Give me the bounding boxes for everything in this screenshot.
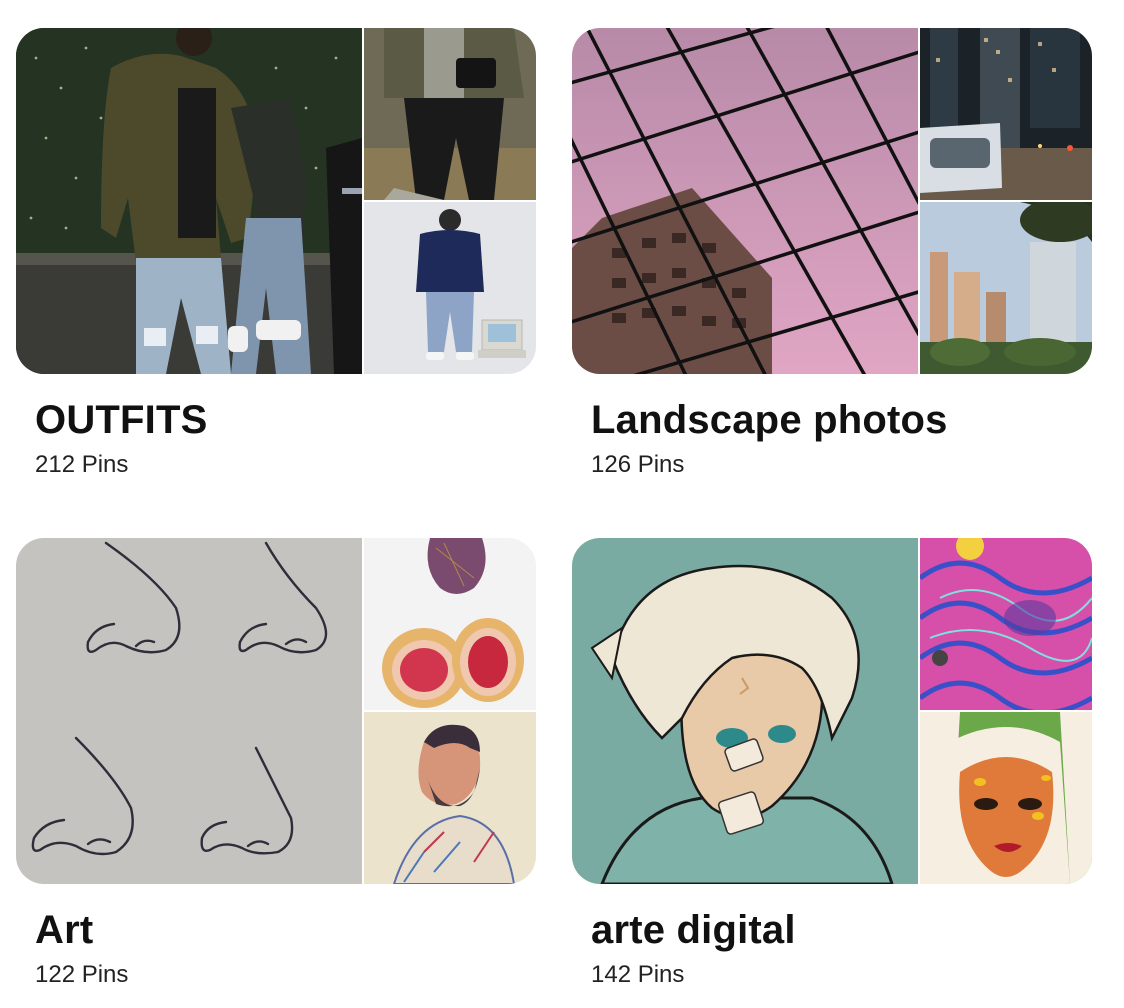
board-title[interactable]: arte digital xyxy=(591,906,1092,954)
board-cover-image-bottom xyxy=(364,202,536,374)
board-pin-count: 122 Pins xyxy=(35,961,129,988)
board-card-outfits[interactable]: OUTFITS 212 Pins xyxy=(16,28,536,480)
board-card-art[interactable]: Art 122 Pins xyxy=(16,538,536,990)
board-cover-image-main xyxy=(572,538,918,884)
board-cover-image-bottom xyxy=(920,202,1092,374)
board-cover-collage[interactable] xyxy=(572,538,1092,884)
board-cover-image-top xyxy=(920,28,1092,200)
board-cover-image-main xyxy=(16,538,362,884)
board-pin-count: 212 Pins xyxy=(35,451,129,478)
board-title[interactable]: Landscape photos xyxy=(591,396,1092,444)
board-cover-image-top xyxy=(364,28,536,200)
board-pin-count: 126 Pins xyxy=(591,451,685,478)
board-cover-image-top xyxy=(364,538,536,710)
board-title[interactable]: Art xyxy=(35,906,536,954)
board-cover-image-bottom xyxy=(920,712,1092,884)
board-card-landscape-photos[interactable]: Landscape photos 126 Pins xyxy=(572,28,1092,480)
board-cover-image-top xyxy=(920,538,1092,710)
board-card-arte-digital[interactable]: arte digital 142 Pins xyxy=(572,538,1092,990)
board-pin-count: 142 Pins xyxy=(591,961,685,988)
board-cover-collage[interactable] xyxy=(16,28,536,374)
board-cover-image-main xyxy=(572,28,918,374)
board-cover-image-bottom xyxy=(364,712,536,884)
board-cover-collage[interactable] xyxy=(572,28,1092,374)
board-cover-image-main xyxy=(16,28,362,374)
board-cover-collage[interactable] xyxy=(16,538,536,884)
board-title[interactable]: OUTFITS xyxy=(35,396,536,444)
